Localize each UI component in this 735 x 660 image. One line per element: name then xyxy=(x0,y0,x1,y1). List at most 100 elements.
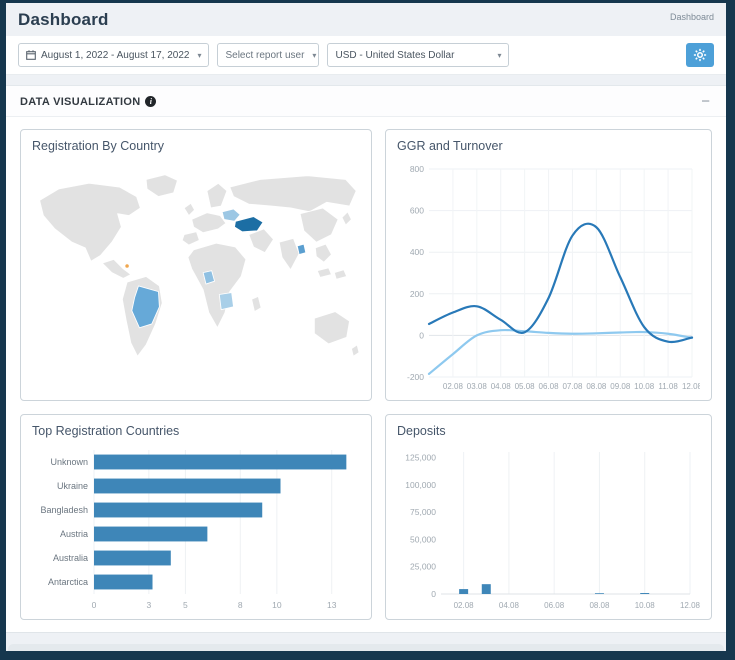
section-header: DATA VISUALIZATION i − xyxy=(6,86,726,117)
country-shape[interactable] xyxy=(279,238,299,269)
panel-title: GGR and Turnover xyxy=(397,139,700,153)
info-icon[interactable]: i xyxy=(145,96,156,107)
panel-deposits: Deposits 0 25,000 50,000 75,000 100,000 125,0… xyxy=(385,414,712,620)
country-shape[interactable] xyxy=(342,212,352,225)
country-shape[interactable] xyxy=(315,244,331,262)
country-shape[interactable] xyxy=(102,259,131,278)
panel-title: Deposits xyxy=(397,424,700,438)
svg-text:-200: -200 xyxy=(407,372,424,382)
svg-text:08.08: 08.08 xyxy=(586,382,607,391)
svg-text:10: 10 xyxy=(272,600,282,610)
svg-text:200: 200 xyxy=(410,289,424,299)
country-shape[interactable] xyxy=(351,345,359,356)
country-shape[interactable] xyxy=(184,203,194,215)
svg-text:100,000: 100,000 xyxy=(405,480,436,490)
country-shape[interactable] xyxy=(40,183,141,261)
country-shape[interactable] xyxy=(297,244,306,254)
chevron-down-icon: ▾ xyxy=(312,51,316,60)
svg-text:8: 8 xyxy=(238,600,243,610)
svg-text:0: 0 xyxy=(431,589,436,599)
gear-icon xyxy=(693,48,707,62)
svg-text:0: 0 xyxy=(92,600,97,610)
country-shape[interactable] xyxy=(252,296,262,311)
top-registration-countries-chart[interactable]: 03581013UnknownUkraineBangladeshAustriaA… xyxy=(32,442,360,612)
country-shape[interactable] xyxy=(300,208,338,242)
country-shape[interactable] xyxy=(249,229,274,253)
svg-text:Australia: Australia xyxy=(53,553,88,563)
currency-value: USD - United States Dollar xyxy=(335,50,454,61)
svg-text:Antarctica: Antarctica xyxy=(48,577,88,587)
svg-text:75,000: 75,000 xyxy=(410,507,436,517)
report-user-placeholder: Select report user xyxy=(225,50,304,61)
page-title: Dashboard xyxy=(18,10,109,30)
svg-text:03.08: 03.08 xyxy=(467,382,488,391)
svg-text:09.08: 09.08 xyxy=(610,382,631,391)
country-shape[interactable] xyxy=(334,270,346,280)
country-shape[interactable] xyxy=(314,312,349,344)
svg-text:400: 400 xyxy=(410,247,424,257)
svg-text:800: 800 xyxy=(410,164,424,174)
country-shape[interactable] xyxy=(317,268,331,278)
svg-text:25,000: 25,000 xyxy=(410,562,436,572)
svg-text:07.08: 07.08 xyxy=(562,382,583,391)
data-visualization-portlet: DATA VISUALIZATION i − Registration By C… xyxy=(6,85,726,633)
svg-text:04.08: 04.08 xyxy=(491,382,512,391)
svg-text:50,000: 50,000 xyxy=(410,534,436,544)
world-map[interactable] xyxy=(32,157,360,393)
collapse-button[interactable]: − xyxy=(699,94,712,109)
svg-text:02.08: 02.08 xyxy=(443,382,464,391)
settings-button[interactable] xyxy=(686,43,714,67)
country-shape[interactable] xyxy=(207,183,227,208)
panel-title: Top Registration Countries xyxy=(32,424,360,438)
report-user-select[interactable]: Select report user ▾ xyxy=(217,43,319,67)
country-shape[interactable] xyxy=(125,264,129,268)
svg-text:10.08: 10.08 xyxy=(635,601,656,610)
country-shape[interactable] xyxy=(146,175,177,197)
svg-text:10.08: 10.08 xyxy=(634,382,655,391)
svg-text:06.08: 06.08 xyxy=(544,601,565,610)
svg-text:04.08: 04.08 xyxy=(499,601,520,610)
panel-registration-by-country: Registration By Country xyxy=(20,129,372,401)
page-header: Dashboard Dashboard xyxy=(6,3,726,36)
section-title: DATA VISUALIZATION xyxy=(20,96,140,108)
country-shape[interactable] xyxy=(219,293,233,310)
chevron-down-icon: ▾ xyxy=(197,51,201,60)
svg-text:05.08: 05.08 xyxy=(515,382,536,391)
svg-text:13: 13 xyxy=(327,600,337,610)
date-range-picker[interactable]: August 1, 2022 - August 17, 2022 ▾ xyxy=(18,43,209,67)
date-range-value: August 1, 2022 - August 17, 2022 xyxy=(41,50,189,61)
svg-text:12.08: 12.08 xyxy=(682,382,700,391)
svg-text:600: 600 xyxy=(410,206,424,216)
panel-ggr-and-turnover: GGR and Turnover -200020040060080002.080… xyxy=(385,129,712,401)
svg-text:0: 0 xyxy=(419,330,424,340)
country-shape[interactable] xyxy=(230,176,356,212)
breadcrumb[interactable]: Dashboard xyxy=(670,12,714,22)
chevron-down-icon: ▾ xyxy=(497,51,501,60)
currency-select[interactable]: USD - United States Dollar ▾ xyxy=(327,43,509,67)
country-shape[interactable] xyxy=(182,232,199,245)
svg-text:5: 5 xyxy=(183,600,188,610)
svg-text:12.08: 12.08 xyxy=(680,601,700,610)
next-section-header[interactable] xyxy=(8,644,724,651)
svg-text:Bangladesh: Bangladesh xyxy=(40,505,88,515)
panel-title: Registration By Country xyxy=(32,139,360,153)
country-shape[interactable] xyxy=(222,209,240,221)
svg-text:3: 3 xyxy=(146,600,151,610)
country-shape[interactable] xyxy=(192,213,226,233)
svg-text:Unknown: Unknown xyxy=(50,457,88,467)
dashboard-page: Dashboard Dashboard August 1, 2022 - Aug… xyxy=(6,3,726,651)
ggr-turnover-chart[interactable]: -200 0 200 400 600 800 02.0803.0804.0805.0806.… xyxy=(397,157,700,393)
svg-text:11.08: 11.08 xyxy=(658,382,678,391)
deposits-chart[interactable]: 0 25,000 50,000 75,000 100,000 125,000 02.08 04… xyxy=(397,442,700,612)
svg-text:Ukraine: Ukraine xyxy=(57,481,88,491)
toolbar: August 1, 2022 - August 17, 2022 ▾ Selec… xyxy=(6,36,726,75)
svg-text:125,000: 125,000 xyxy=(405,452,436,462)
country-shape[interactable] xyxy=(235,217,264,232)
svg-text:06.08: 06.08 xyxy=(539,382,560,391)
svg-text:02.08: 02.08 xyxy=(454,601,475,610)
section-title-wrap: DATA VISUALIZATION i xyxy=(20,96,156,108)
charts-grid: Registration By Country xyxy=(6,117,726,632)
calendar-icon xyxy=(26,50,36,60)
country-shape[interactable] xyxy=(188,243,246,328)
panel-top-registration-countries: Top Registration Countries 0 3 5 8 10 13 Unkno… xyxy=(20,414,372,620)
